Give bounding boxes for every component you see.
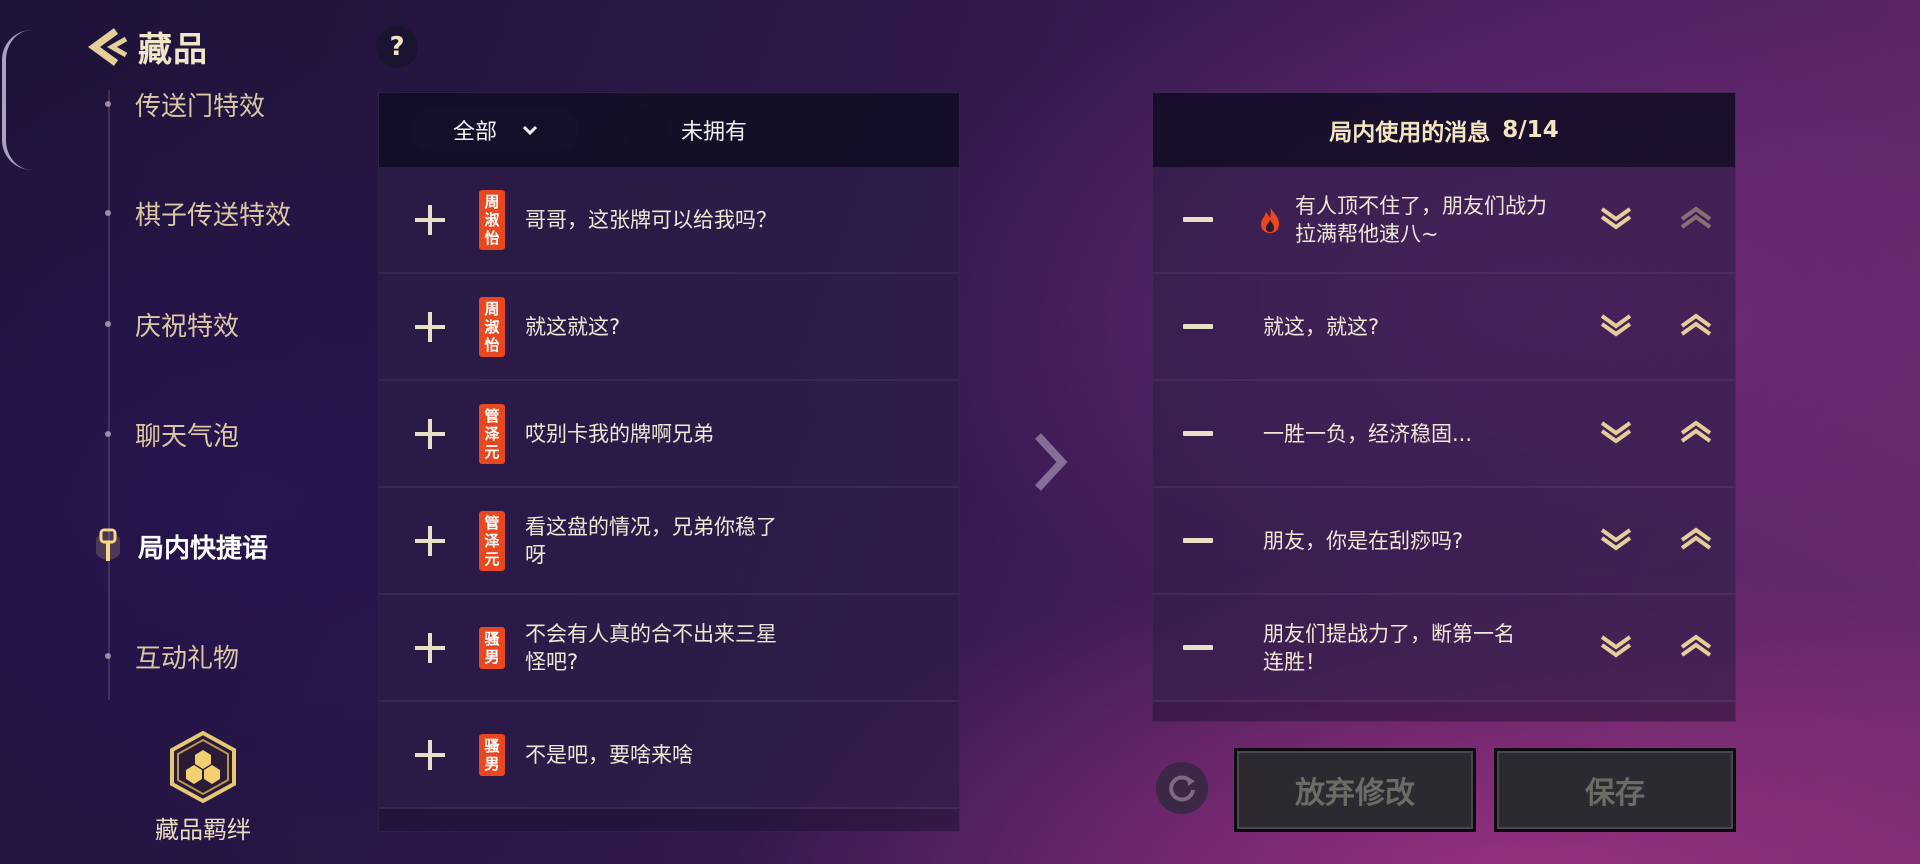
screen-edge-arc <box>2 30 32 170</box>
used-phrases-title: 局内使用的消息 <box>1329 120 1491 146</box>
used-list-item[interactable]: 朋友，你是在刮痧吗? <box>1153 488 1735 595</box>
nav-item-portal-effect[interactable]: 传送门特效 <box>96 84 356 124</box>
toggle-checkbox[interactable] <box>625 109 667 151</box>
list-item[interactable]: 骚男 不会有人真的合不出来三星怪吧? <box>379 595 959 702</box>
used-phrase-text: 就这，就这? <box>1263 314 1380 339</box>
used-list-item[interactable]: 有人顶不住了，朋友们战力拉满帮他速八~ <box>1153 167 1735 274</box>
nav-item-chat-bubble[interactable]: 聊天气泡 <box>96 414 356 454</box>
filter-dropdown-value: 全部 <box>452 120 497 145</box>
used-phrase-text: 朋友，你是在刮痧吗? <box>1263 528 1464 553</box>
nav-dot <box>105 653 111 659</box>
chevron-down-icon <box>523 125 537 135</box>
nav-dot <box>105 321 111 327</box>
add-icon[interactable] <box>415 525 445 556</box>
move-up-icon[interactable] <box>1679 419 1713 445</box>
move-down-icon[interactable] <box>1599 205 1633 231</box>
nav-dot <box>105 210 111 216</box>
list-item[interactable]: 周淑怡 哥哥，这张牌可以给我吗？ <box>379 167 959 274</box>
discard-changes-button[interactable]: 放弃修改 <box>1234 748 1476 832</box>
phrase-list-panel: 全部 未拥有 周淑怡 哥哥，这张牌可以给我吗？ 周淑怡 就这就这? 管泽元 哎别… <box>378 92 960 832</box>
nav-item-celebration-effect[interactable]: 庆祝特效 <box>96 304 356 344</box>
nav-item-quick-phrases[interactable]: 局内快捷语 <box>96 526 356 566</box>
used-phrases-count: 8/14 <box>1502 117 1559 143</box>
phrase-text: 不会有人真的合不出来三星怪吧? <box>525 621 777 674</box>
remove-icon[interactable] <box>1183 538 1213 543</box>
filter-dropdown[interactable]: 全部 <box>411 109 579 151</box>
fire-icon <box>1261 206 1279 233</box>
phrase-text: 哥哥，这张牌可以给我吗？ <box>525 207 777 232</box>
list-item[interactable]: 管泽元 看这盘的情况，兄弟你稳了呀 <box>379 488 959 595</box>
used-list-item[interactable]: 朋友们提战力了，断第一名连胜！ <box>1153 595 1735 702</box>
honeycomb-badge-icon <box>170 730 236 804</box>
add-icon[interactable] <box>415 632 445 663</box>
move-up-icon[interactable] <box>1679 526 1713 552</box>
move-down-icon[interactable] <box>1599 419 1633 445</box>
used-phrase-text: 一胜一负，经济稳固... <box>1263 421 1473 446</box>
back-arrow-icon <box>88 27 128 66</box>
move-up-icon[interactable] <box>1679 205 1713 231</box>
streamer-tag: 周淑怡 <box>479 296 505 357</box>
page-title: 藏品 <box>138 30 208 70</box>
not-owned-toggle[interactable]: 未拥有 <box>625 109 747 151</box>
nav-label: 传送门特效 <box>135 91 266 122</box>
reset-button[interactable] <box>1156 762 1208 814</box>
used-list-item[interactable]: 一胜一负，经济稳固... <box>1153 381 1735 488</box>
used-list-item[interactable]: 就这，就这? <box>1153 274 1735 381</box>
remove-icon[interactable] <box>1183 645 1213 650</box>
streamer-tag: 管泽元 <box>479 403 505 464</box>
list-item[interactable]: 管泽元 哎别卡我的牌啊兄弟 <box>379 381 959 488</box>
move-down-icon[interactable] <box>1599 526 1633 552</box>
move-up-icon[interactable] <box>1679 633 1713 659</box>
nav-item-interactive-gift[interactable]: 互动礼物 <box>96 636 356 676</box>
toggle-label: 未拥有 <box>681 120 748 145</box>
streamer-tag: 骚男 <box>479 733 505 776</box>
save-button[interactable]: 保存 <box>1494 748 1736 832</box>
phrase-text: 看这盘的情况，兄弟你稳了呀 <box>525 514 777 567</box>
nav-item-piece-teleport-effect[interactable]: 棋子传送特效 <box>96 193 356 233</box>
used-phrase-text: 有人顶不住了，朋友们战力拉满帮他速八~ <box>1295 193 1547 246</box>
filter-bar: 全部 未拥有 <box>379 93 959 167</box>
phrase-text: 哎别卡我的牌啊兄弟 <box>525 421 714 446</box>
nav-dot <box>105 431 111 437</box>
add-icon[interactable] <box>415 739 445 770</box>
remove-icon[interactable] <box>1183 431 1213 436</box>
help-button[interactable]: ? <box>376 26 418 68</box>
nav-label: 棋子传送特效 <box>135 200 292 231</box>
move-up-icon[interactable] <box>1679 312 1713 338</box>
add-icon[interactable] <box>415 418 445 449</box>
refresh-icon <box>1169 775 1195 802</box>
chevron-right-icon <box>1035 433 1068 491</box>
list-item[interactable]: 骚男 不是吧，要啥来啥 <box>379 702 959 809</box>
add-icon[interactable] <box>415 204 445 235</box>
used-phrases-panel: 局内使用的消息 8/14 有人顶不住了，朋友们战力拉满帮他速八~ 就这，就这? <box>1152 92 1736 722</box>
streamer-tag: 骚男 <box>479 626 505 669</box>
used-phrases-header: 局内使用的消息 8/14 <box>1153 93 1735 167</box>
nav-label: 聊天气泡 <box>135 421 240 452</box>
key-icon <box>96 528 120 561</box>
streamer-tag: 管泽元 <box>479 510 505 571</box>
phrase-text: 就这就这? <box>525 314 621 339</box>
move-down-icon[interactable] <box>1599 633 1633 659</box>
used-phrase-text: 朋友们提战力了，断第一名连胜！ <box>1263 621 1515 674</box>
nav-label: 互动礼物 <box>135 643 240 674</box>
move-down-icon[interactable] <box>1599 312 1633 338</box>
collection-bond-button[interactable]: 藏品羁绊 <box>148 730 258 845</box>
phrase-text: 不是吧，要啥来啥 <box>525 742 693 767</box>
add-icon[interactable] <box>415 311 445 342</box>
nav-label: 局内快捷语 <box>138 533 269 564</box>
nav-dot <box>105 101 111 107</box>
list-item[interactable]: 周淑怡 就这就这? <box>379 274 959 381</box>
streamer-tag: 周淑怡 <box>479 189 505 250</box>
back-button[interactable]: 藏品 <box>86 22 208 71</box>
nav-label: 庆祝特效 <box>135 311 240 342</box>
nav-track <box>108 90 110 700</box>
remove-icon[interactable] <box>1183 324 1213 329</box>
collection-bond-label: 藏品羁绊 <box>155 816 251 844</box>
remove-icon[interactable] <box>1183 217 1213 222</box>
